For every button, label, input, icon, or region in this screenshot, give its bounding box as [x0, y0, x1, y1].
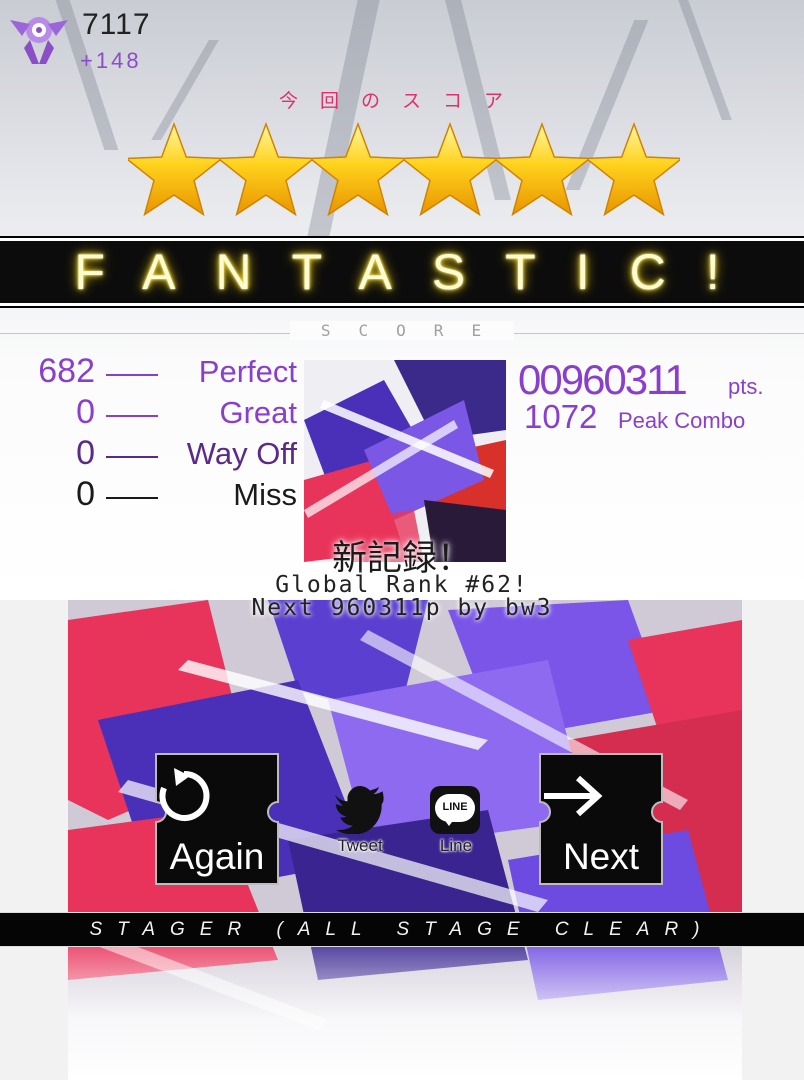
player-points-delta: +148	[80, 48, 142, 73]
score-unit: pts.	[728, 374, 764, 399]
line-label: Line	[439, 836, 473, 855]
judgement-row-great: 0 Great	[20, 393, 300, 434]
global-rank: Global Rank #62!	[275, 572, 529, 598]
judgement-list: 682 Perfect 0 Great 0 Way Off 0 Miss	[20, 352, 300, 516]
line-badge-text: LINE	[442, 801, 468, 813]
next-label: Next	[562, 836, 640, 877]
judgement-dash	[106, 456, 158, 458]
judgement-dash	[106, 415, 158, 417]
judgement-label: Miss	[233, 477, 297, 512]
tweet-label: Tweet	[337, 836, 383, 855]
judgement-label: Perfect	[198, 354, 297, 389]
judgement-dash	[106, 374, 158, 376]
again-button[interactable]: Again	[154, 752, 280, 886]
score-heading: SCORE	[290, 321, 514, 340]
star-icon	[584, 112, 684, 230]
line-share-button[interactable]: LINE Line	[416, 784, 496, 858]
score-heading-row: SCORE	[0, 321, 804, 345]
star-rating	[124, 112, 684, 230]
tweet-button[interactable]: Tweet	[320, 784, 400, 858]
stage-banner: STAGER (ALL STAGE CLEAR)	[0, 912, 804, 947]
star-icon	[216, 112, 316, 230]
judgement-label: Way Off	[186, 436, 297, 471]
star-icon	[400, 112, 500, 230]
next-button[interactable]: Next	[538, 752, 664, 886]
judgement-label: Great	[219, 395, 297, 430]
next-rank-target: Next 960311p by bw3	[251, 595, 553, 621]
star-icon	[124, 112, 224, 230]
judgement-row-miss: 0 Miss	[20, 475, 300, 516]
global-rank-info: Global Rank #62! Next 960311p by bw3	[0, 574, 804, 620]
judgement-row-way-off: 0 Way Off	[20, 434, 300, 475]
ribbon-emblem-icon	[8, 8, 70, 66]
judgement-count: 0	[76, 434, 95, 472]
rank-banner: FANTASTIC!	[0, 238, 804, 306]
result-caption: 今回のスコア	[278, 90, 525, 112]
judgement-count: 0	[76, 475, 95, 513]
stage-banner-text: STAGER (ALL STAGE CLEAR)	[89, 919, 715, 940]
judgement-row-perfect: 682 Perfect	[20, 352, 300, 393]
rank-label: FANTASTIC!	[74, 244, 760, 300]
judgement-dash	[106, 497, 158, 499]
again-label: Again	[169, 836, 265, 877]
star-icon	[492, 112, 592, 230]
judgement-count: 682	[38, 352, 95, 390]
peak-combo-value: 1072	[524, 398, 598, 435]
score-value: 00960311	[518, 356, 688, 403]
bird-icon	[334, 786, 388, 838]
player-points: 7117	[82, 8, 151, 41]
line-app-icon: LINE	[430, 786, 480, 834]
star-icon	[308, 112, 408, 230]
peak-combo-label: Peak Combo	[618, 408, 746, 433]
judgement-count: 0	[76, 393, 95, 431]
